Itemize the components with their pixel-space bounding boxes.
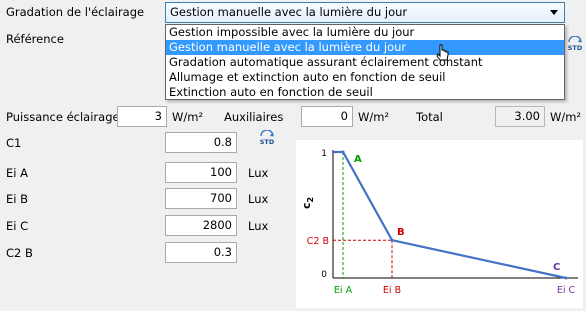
- total-value: 3.00: [495, 106, 545, 127]
- auxiliaires-unit: W/m²: [358, 110, 390, 124]
- eib-unit: Lux: [248, 192, 269, 206]
- eib-input[interactable]: 700: [165, 188, 237, 209]
- eib-label: Ei B: [6, 192, 29, 206]
- eic-input[interactable]: 2800: [165, 215, 237, 236]
- gradation-option[interactable]: Extinction auto en fonction de seuil: [166, 85, 564, 100]
- gradation-option[interactable]: Gradation automatique assurant éclaireme…: [166, 55, 564, 70]
- total-label: Total: [416, 110, 443, 124]
- chevron-down-icon[interactable]: [550, 10, 558, 15]
- xtick-label-eic: Ei C: [557, 285, 576, 296]
- ytick-label: 0: [321, 270, 327, 280]
- puissance-unit: W/m²: [172, 110, 204, 124]
- point-c: [564, 276, 568, 280]
- gradation-dropdown-list: Gestion impossible avec la lumière du jo…: [165, 24, 565, 100]
- svg-text:STD: STD: [260, 138, 275, 146]
- point-b: [390, 238, 394, 242]
- c2-series-line: [333, 150, 567, 280]
- xtick-label-eia: Ei A: [334, 285, 353, 296]
- eia-input[interactable]: 100: [165, 162, 237, 183]
- c2b-label: C2 B: [6, 246, 33, 260]
- mouse-cursor-icon: [436, 44, 449, 61]
- auxiliaires-input[interactable]: 0: [301, 106, 353, 127]
- auxiliaires-label: Auxiliaires: [224, 110, 284, 124]
- svg-text:STD: STD: [568, 44, 583, 52]
- gradation-option-highlighted[interactable]: Gestion manuelle avec la lumière du jour: [166, 40, 564, 55]
- xtick-label-eib: Ei B: [383, 285, 401, 296]
- eic-label: Ei C: [6, 219, 29, 233]
- gradation-option[interactable]: Gestion impossible avec la lumière du jo…: [166, 25, 564, 40]
- c2b-input[interactable]: 0.3: [165, 242, 237, 263]
- puissance-label: Puissance éclairage: [6, 110, 120, 124]
- c2-chart-svg: A B C 1 C2 B 0 c2 Ei A Ei B Ei C: [300, 149, 578, 296]
- puissance-input[interactable]: 3: [117, 106, 167, 127]
- gradation-select[interactable]: Gestion manuelle avec la lumière du jour: [165, 2, 565, 23]
- total-unit: W/m²: [550, 110, 582, 124]
- eia-unit: Lux: [248, 166, 269, 180]
- std-reset-icon[interactable]: STD: [566, 36, 584, 54]
- eia-label: Ei A: [6, 166, 28, 180]
- point-label-b: B: [397, 227, 405, 238]
- y-axis-label: c2: [300, 197, 315, 209]
- c1-input[interactable]: 0.8: [165, 132, 237, 153]
- reference-label: Référence: [6, 32, 64, 46]
- ytick-label-c2b: C2 B: [307, 236, 329, 247]
- c2-chart: A B C 1 C2 B 0 c2 Ei A Ei B Ei C: [296, 140, 583, 308]
- ytick-label: 1: [321, 149, 327, 159]
- c1-label: C1: [6, 136, 22, 150]
- point-label-c: C: [553, 262, 560, 273]
- point-label-a: A: [354, 154, 362, 165]
- eic-unit: Lux: [248, 219, 269, 233]
- gradation-selected-value: Gestion manuelle avec la lumière du jour: [170, 5, 408, 19]
- gradation-label: Gradation de l'éclairage: [6, 5, 145, 19]
- std-reset-icon[interactable]: STD: [258, 130, 276, 148]
- gradation-option[interactable]: Allumage et extinction auto en fonction …: [166, 70, 564, 85]
- point-a: [341, 150, 345, 154]
